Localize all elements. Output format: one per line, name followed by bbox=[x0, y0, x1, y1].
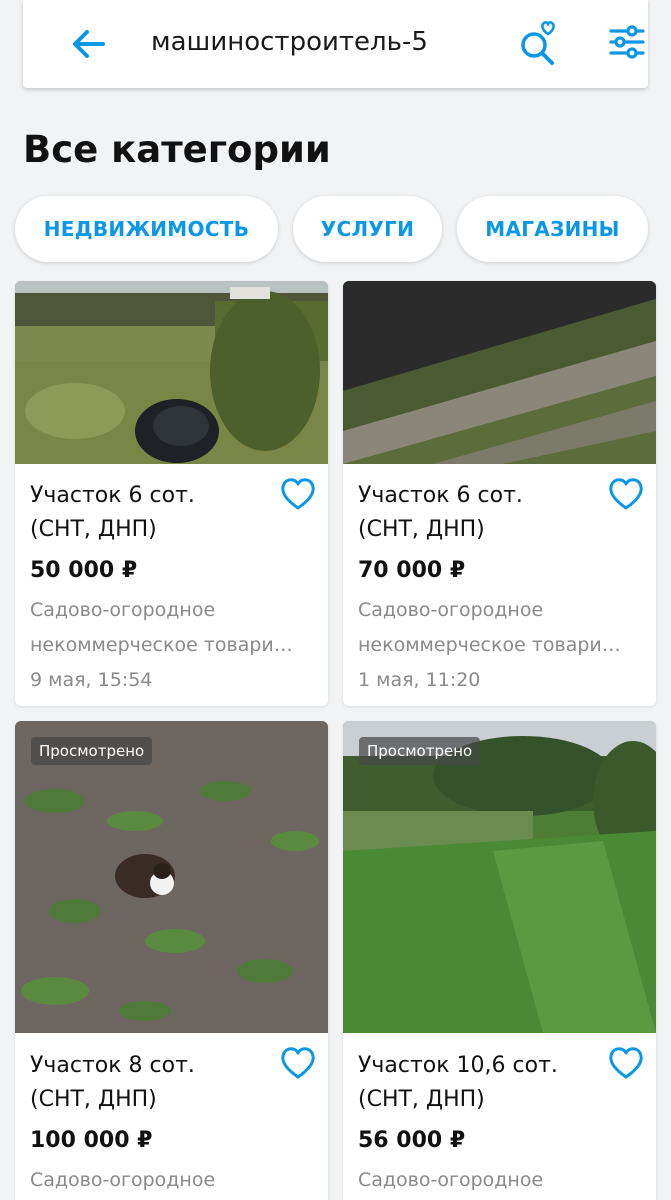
listing-description-line2: некоммерческое товари… bbox=[30, 634, 293, 656]
heart-icon bbox=[609, 1047, 643, 1079]
listing-info: Участок 6 сот. (СНТ, ДНП) 50 000 ₽ Садов… bbox=[30, 479, 293, 695]
listing-photo-image bbox=[343, 281, 656, 464]
listing-card[interactable]: Просмотрено Участок 8 сот. (СНТ, ДНП) 10… bbox=[15, 721, 328, 1200]
listing-photo[interactable] bbox=[15, 281, 328, 464]
listing-photo[interactable] bbox=[15, 721, 328, 1033]
listing-card[interactable]: Просмотрено Участок 10,6 сот. (СНТ, ДНП)… bbox=[343, 721, 656, 1200]
category-chip-services[interactable]: УСЛУГИ bbox=[293, 196, 442, 262]
listing-info: Участок 6 сот. (СНТ, ДНП) 70 000 ₽ Садов… bbox=[358, 479, 621, 695]
listing-card[interactable]: Участок 6 сот. (СНТ, ДНП) 70 000 ₽ Садов… bbox=[343, 281, 656, 706]
category-chip-real-estate[interactable]: НЕДВИЖИМОСТЬ bbox=[15, 196, 278, 262]
listing-date: 9 мая, 15:54 bbox=[30, 669, 153, 691]
listing-info: Участок 10,6 сот. (СНТ, ДНП) 56 000 ₽ Са… bbox=[358, 1049, 598, 1196]
category-chip-shops[interactable]: МАГАЗИНЫ bbox=[457, 196, 648, 262]
section-title: Все категории bbox=[23, 128, 331, 171]
listing-description: Садово-огородное bbox=[30, 1169, 216, 1191]
listing-description: Садово-огородное bbox=[358, 599, 544, 621]
listing-price: 100 000 ₽ bbox=[30, 1128, 153, 1153]
listing-description: Садово-огородное bbox=[358, 1169, 544, 1191]
search-bar: машиностроитель-5 bbox=[23, 0, 648, 88]
favorite-button[interactable] bbox=[280, 1046, 316, 1080]
favorite-button[interactable] bbox=[608, 477, 644, 511]
listing-price: 70 000 ₽ bbox=[358, 558, 466, 583]
search-query[interactable]: машиностроитель-5 bbox=[151, 27, 428, 57]
back-button[interactable] bbox=[67, 22, 111, 66]
listing-title-line2[interactable]: (СНТ, ДНП) bbox=[358, 1083, 598, 1117]
heart-icon bbox=[609, 478, 643, 510]
listing-title[interactable]: Участок 6 сот. bbox=[30, 479, 270, 513]
filters-button[interactable] bbox=[605, 20, 649, 64]
favorite-button[interactable] bbox=[608, 1046, 644, 1080]
listing-photo-image bbox=[15, 721, 328, 1033]
listing-photo-image bbox=[343, 721, 656, 1033]
viewed-badge: Просмотрено bbox=[359, 737, 481, 765]
heart-icon bbox=[281, 478, 315, 510]
listing-title[interactable]: Участок 10,6 сот. bbox=[358, 1049, 598, 1083]
listing-title-line2[interactable]: (СНТ, ДНП) bbox=[30, 513, 270, 547]
arrow-left-icon bbox=[73, 30, 105, 58]
listing-card[interactable]: Участок 6 сот. (СНТ, ДНП) 50 000 ₽ Садов… bbox=[15, 281, 328, 706]
listing-title[interactable]: Участок 8 сот. bbox=[30, 1049, 270, 1083]
listing-description-line2: некоммерческое товари… bbox=[358, 634, 621, 656]
listing-title-line2[interactable]: (СНТ, ДНП) bbox=[30, 1083, 270, 1117]
listing-photo[interactable] bbox=[343, 281, 656, 464]
favorite-button[interactable] bbox=[280, 477, 316, 511]
listing-photo[interactable] bbox=[343, 721, 656, 1033]
search-heart-icon bbox=[521, 21, 555, 65]
listing-photo-image bbox=[15, 281, 328, 464]
viewed-badge: Просмотрено bbox=[31, 737, 153, 765]
listing-price: 56 000 ₽ bbox=[358, 1128, 466, 1153]
listing-date: 1 мая, 11:20 bbox=[358, 669, 481, 691]
listing-price: 50 000 ₽ bbox=[30, 558, 138, 583]
listing-info: Участок 8 сот. (СНТ, ДНП) 100 000 ₽ Садо… bbox=[30, 1049, 270, 1196]
save-search-button[interactable] bbox=[515, 18, 561, 66]
listing-title-line2[interactable]: (СНТ, ДНП) bbox=[358, 513, 598, 547]
heart-icon bbox=[281, 1047, 315, 1079]
sliders-icon bbox=[609, 25, 645, 59]
listing-description: Садово-огородное bbox=[30, 599, 216, 621]
listing-title[interactable]: Участок 6 сот. bbox=[358, 479, 598, 513]
